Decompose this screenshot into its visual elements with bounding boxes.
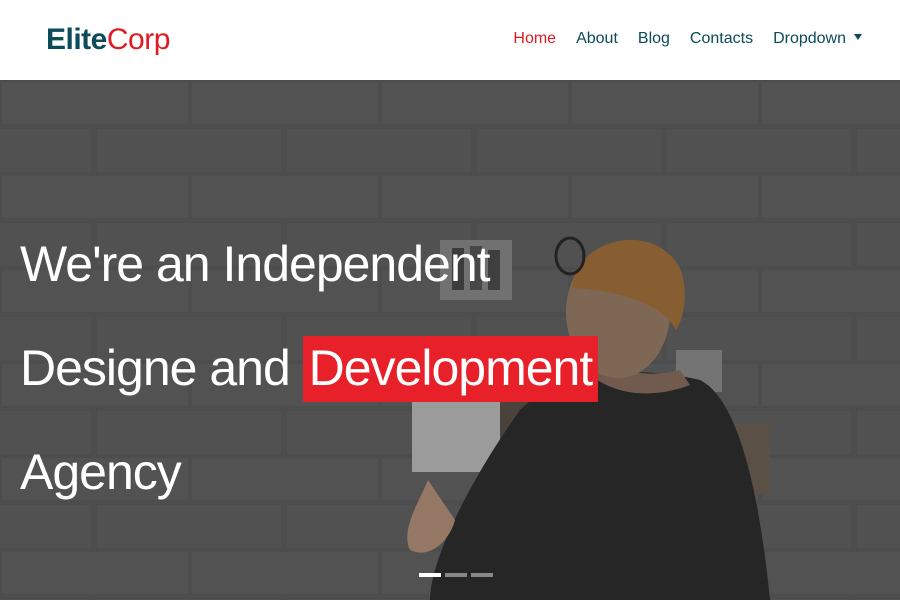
nav-link-home[interactable]: Home xyxy=(513,28,556,50)
brand-logo-part2: Corp xyxy=(106,23,171,56)
carousel-indicator-1[interactable] xyxy=(419,573,441,577)
caret-down-icon xyxy=(854,34,862,40)
nav-link-blog[interactable]: Blog xyxy=(638,28,670,50)
brand-logo[interactable]: EliteCorp xyxy=(46,22,170,58)
hero-carousel: We're an Independent Designe and Develop… xyxy=(0,80,900,600)
site-header: EliteCorp Home About Blog Contacts Dropd… xyxy=(0,0,900,80)
headline-line-1: We're an Independent xyxy=(20,236,491,292)
nav-link-contacts[interactable]: Contacts xyxy=(690,28,753,50)
carousel-indicator-2[interactable] xyxy=(445,573,467,577)
headline-line-3: Agency xyxy=(20,444,182,500)
headline-line-2: Designe and Development xyxy=(20,316,599,420)
nav-link-about[interactable]: About xyxy=(576,28,618,50)
headline-line-2-prefix: Designe and xyxy=(20,340,303,396)
carousel-indicators xyxy=(419,573,497,577)
nav-dropdown-label: Dropdown xyxy=(773,30,846,47)
headline-highlight: Development xyxy=(302,336,599,402)
nav-dropdown-toggle[interactable]: Dropdown xyxy=(773,28,862,50)
main-nav: Home About Blog Contacts Dropdown xyxy=(493,28,862,50)
brand-logo-part1: Elite xyxy=(46,23,107,56)
hero-headline: We're an Independent Designe and Develop… xyxy=(20,212,599,524)
carousel-indicator-3[interactable] xyxy=(471,573,493,577)
